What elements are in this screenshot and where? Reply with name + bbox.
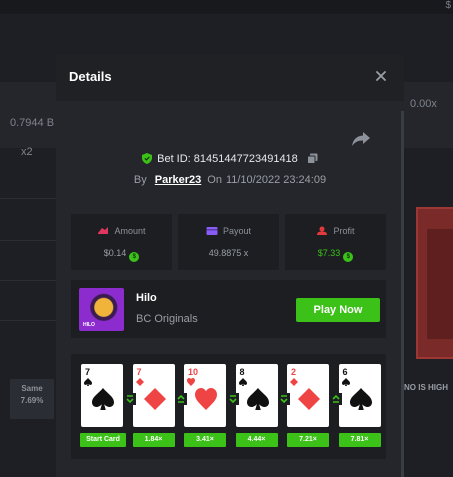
background-right-value: 0.00x: [410, 98, 437, 110]
diamond-icon: [143, 388, 166, 410]
start-card-label: Start Card: [80, 433, 126, 447]
spade-icon: [84, 378, 92, 386]
profit-icon: [317, 226, 328, 235]
card-rank: 6: [342, 367, 348, 377]
game-thumbnail-label: HILO: [83, 322, 95, 328]
card-multiplier: 7.81×: [338, 433, 381, 447]
stat-profit: Profit $7.33 $: [285, 214, 386, 270]
verified-shield-icon: [142, 153, 153, 167]
details-modal: Details Bet ID: 81451447723491418 By Park…: [56, 55, 404, 477]
spade-icon: [92, 388, 114, 410]
diamond-icon: [135, 378, 144, 386]
background-top-bar: [0, 0, 453, 14]
game-row: HILO Hilo BC Originals Play Now: [71, 280, 386, 338]
stat-payout-label: Payout: [222, 226, 252, 236]
copy-icon[interactable]: [306, 153, 318, 167]
stat-payout: Payout 49.8875 x: [178, 214, 279, 270]
heart-icon: [195, 388, 217, 410]
heart-icon: [187, 378, 195, 386]
on-label: On: [207, 174, 222, 186]
stat-amount-label: Amount: [114, 226, 146, 236]
by-label: By: [133, 174, 147, 186]
play-now-button[interactable]: Play Now: [296, 298, 380, 322]
background-left-value: 0.7944 B: [10, 117, 55, 129]
background-card-inner: [427, 229, 453, 339]
playing-card: 7: [81, 364, 123, 427]
spade-icon: [238, 378, 247, 386]
coin-icon: $: [343, 252, 354, 262]
higher-arrow-icon: [329, 393, 342, 405]
cards-panel: 7 Start Card 7 1.84× 10 3.41× 8 4.44× 2 7.21× 6 7.8…: [71, 354, 386, 459]
share-icon: [352, 132, 370, 146]
playing-card: 10: [184, 364, 226, 427]
card-multiplier: 7.21×: [287, 433, 329, 447]
amount-icon: [98, 227, 109, 234]
lower-arrow-icon: [278, 393, 290, 405]
game-provider: BC Originals: [136, 313, 198, 325]
playing-card: 6: [338, 364, 381, 427]
background-card: [416, 207, 453, 359]
background-same-label: Same: [21, 384, 43, 393]
stat-amount-value: $0.14: [103, 248, 127, 258]
bet-id-row: Bet ID: 81451447723491418: [56, 153, 404, 167]
bet-id-label: Bet ID:: [157, 153, 191, 165]
card-rank: 2: [291, 367, 297, 377]
diamond-icon: [298, 388, 320, 410]
card-rank: 7: [85, 367, 91, 377]
stat-amount: Amount $0.14 $: [71, 214, 172, 270]
background-dollar: $: [445, 0, 451, 11]
username-link[interactable]: Parker23: [155, 174, 202, 186]
card-multiplier: 4.44×: [235, 433, 278, 447]
stat-profit-label: Profit: [333, 226, 355, 236]
lower-arrow-icon: [123, 393, 136, 405]
modal-title: Details: [69, 69, 112, 84]
spade-icon: [341, 378, 350, 386]
card-rank: 7: [136, 367, 142, 377]
playing-card: 7: [132, 364, 175, 427]
card-rank: 10: [188, 367, 199, 377]
game-thumbnail[interactable]: HILO: [79, 288, 124, 331]
close-icon: [376, 71, 386, 81]
background-same-percent: 7.69%: [20, 396, 44, 405]
playing-card: 2: [287, 364, 329, 427]
game-name: Hilo: [136, 292, 157, 304]
bet-id-value: 81451447723491418: [193, 153, 298, 165]
coin-icon: $: [129, 252, 140, 262]
lower-arrow-icon: [226, 393, 239, 405]
spade-icon: [246, 388, 269, 410]
modal-header: Details: [56, 55, 404, 101]
card-multiplier: 1.84×: [132, 433, 175, 447]
stat-payout-value: 49.8875 x: [208, 248, 249, 258]
background-left-multiplier: x2: [21, 146, 33, 158]
background-hint: NO IS HIGH: [404, 383, 449, 392]
card-rank: 8: [239, 367, 245, 377]
by-row: By Parker23 On 11/10/2022 23:24:09: [56, 174, 404, 186]
card-multiplier: 3.41×: [184, 433, 226, 447]
playing-card: 8: [235, 364, 278, 427]
background-same-box: Same 7.69%: [10, 379, 54, 419]
bet-datetime: 11/10/2022 23:24:09: [225, 174, 327, 186]
payout-icon: [206, 227, 218, 235]
diamond-icon: [290, 378, 298, 386]
stat-profit-value: $7.33: [317, 248, 341, 258]
spade-icon: [349, 388, 372, 410]
higher-arrow-icon: [175, 393, 187, 405]
share-button[interactable]: [351, 131, 373, 149]
close-button[interactable]: [374, 69, 388, 83]
